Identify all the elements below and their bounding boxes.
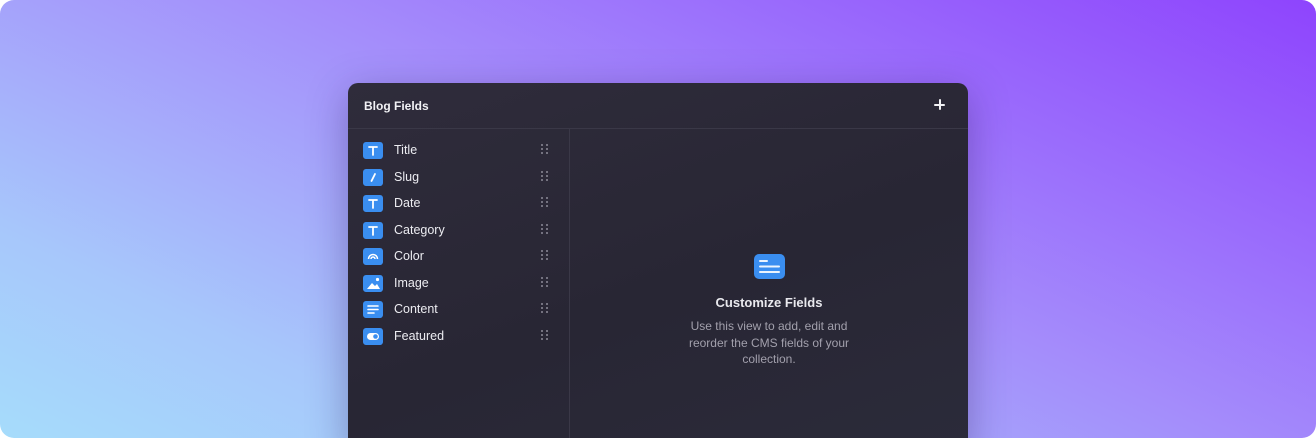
- fields-sidebar: Title Slug Date Category Color Image Con…: [348, 129, 570, 438]
- field-label: Category: [394, 222, 445, 237]
- slash-icon: [363, 168, 383, 186]
- blog-fields-panel: Blog Fields Title Slug Date Category Col…: [348, 83, 968, 438]
- field-label: Featured: [394, 328, 445, 343]
- field-label: Image: [394, 275, 429, 290]
- text-icon: [363, 142, 383, 159]
- drag-handle-icon[interactable]: [541, 223, 548, 235]
- drag-handle-icon[interactable]: [541, 303, 548, 314]
- drag-handle-icon[interactable]: [541, 170, 548, 182]
- field-label: Content: [394, 302, 438, 316]
- rich-text-icon: [363, 301, 383, 318]
- field-item-title[interactable]: Title: [348, 138, 570, 165]
- text-icon: [363, 221, 383, 239]
- drag-handle-icon[interactable]: [541, 276, 548, 288]
- panel-header: Blog Fields: [348, 83, 968, 129]
- field-item-content[interactable]: Content: [348, 297, 570, 324]
- empty-state-description: Use this view to add, edit and reorder t…: [688, 319, 850, 366]
- text-icon: [363, 195, 383, 212]
- background-canvas: Blog Fields Title Slug Date Category Col…: [0, 0, 1316, 438]
- field-label: Date: [394, 196, 421, 210]
- empty-state: Customize Fields Use this view to add, e…: [570, 129, 968, 438]
- panel-title: Blog Fields: [364, 99, 429, 113]
- collection-icon: [754, 254, 785, 279]
- field-item-slug[interactable]: Slug: [348, 165, 570, 192]
- field-item-image[interactable]: Image: [348, 271, 570, 298]
- field-item-date[interactable]: Date: [348, 191, 570, 218]
- field-item-category[interactable]: Category: [348, 218, 570, 245]
- field-item-color[interactable]: Color: [348, 244, 570, 271]
- drag-handle-icon[interactable]: [541, 329, 548, 341]
- image-icon: [363, 274, 383, 292]
- empty-state-title: Customize Fields: [715, 295, 823, 310]
- field-label: Title: [394, 143, 418, 157]
- field-item-featured[interactable]: Featured: [348, 324, 570, 351]
- toggle-icon: [363, 327, 383, 345]
- add-field-button[interactable]: [930, 95, 950, 115]
- field-label: Slug: [394, 169, 420, 184]
- drag-handle-icon[interactable]: [541, 144, 548, 155]
- field-list: Title Slug Date Category Color Image Con…: [348, 138, 570, 350]
- color-icon: [363, 248, 383, 265]
- field-label: Color: [394, 249, 424, 263]
- drag-handle-icon[interactable]: [541, 197, 548, 208]
- drag-handle-icon[interactable]: [541, 250, 548, 261]
